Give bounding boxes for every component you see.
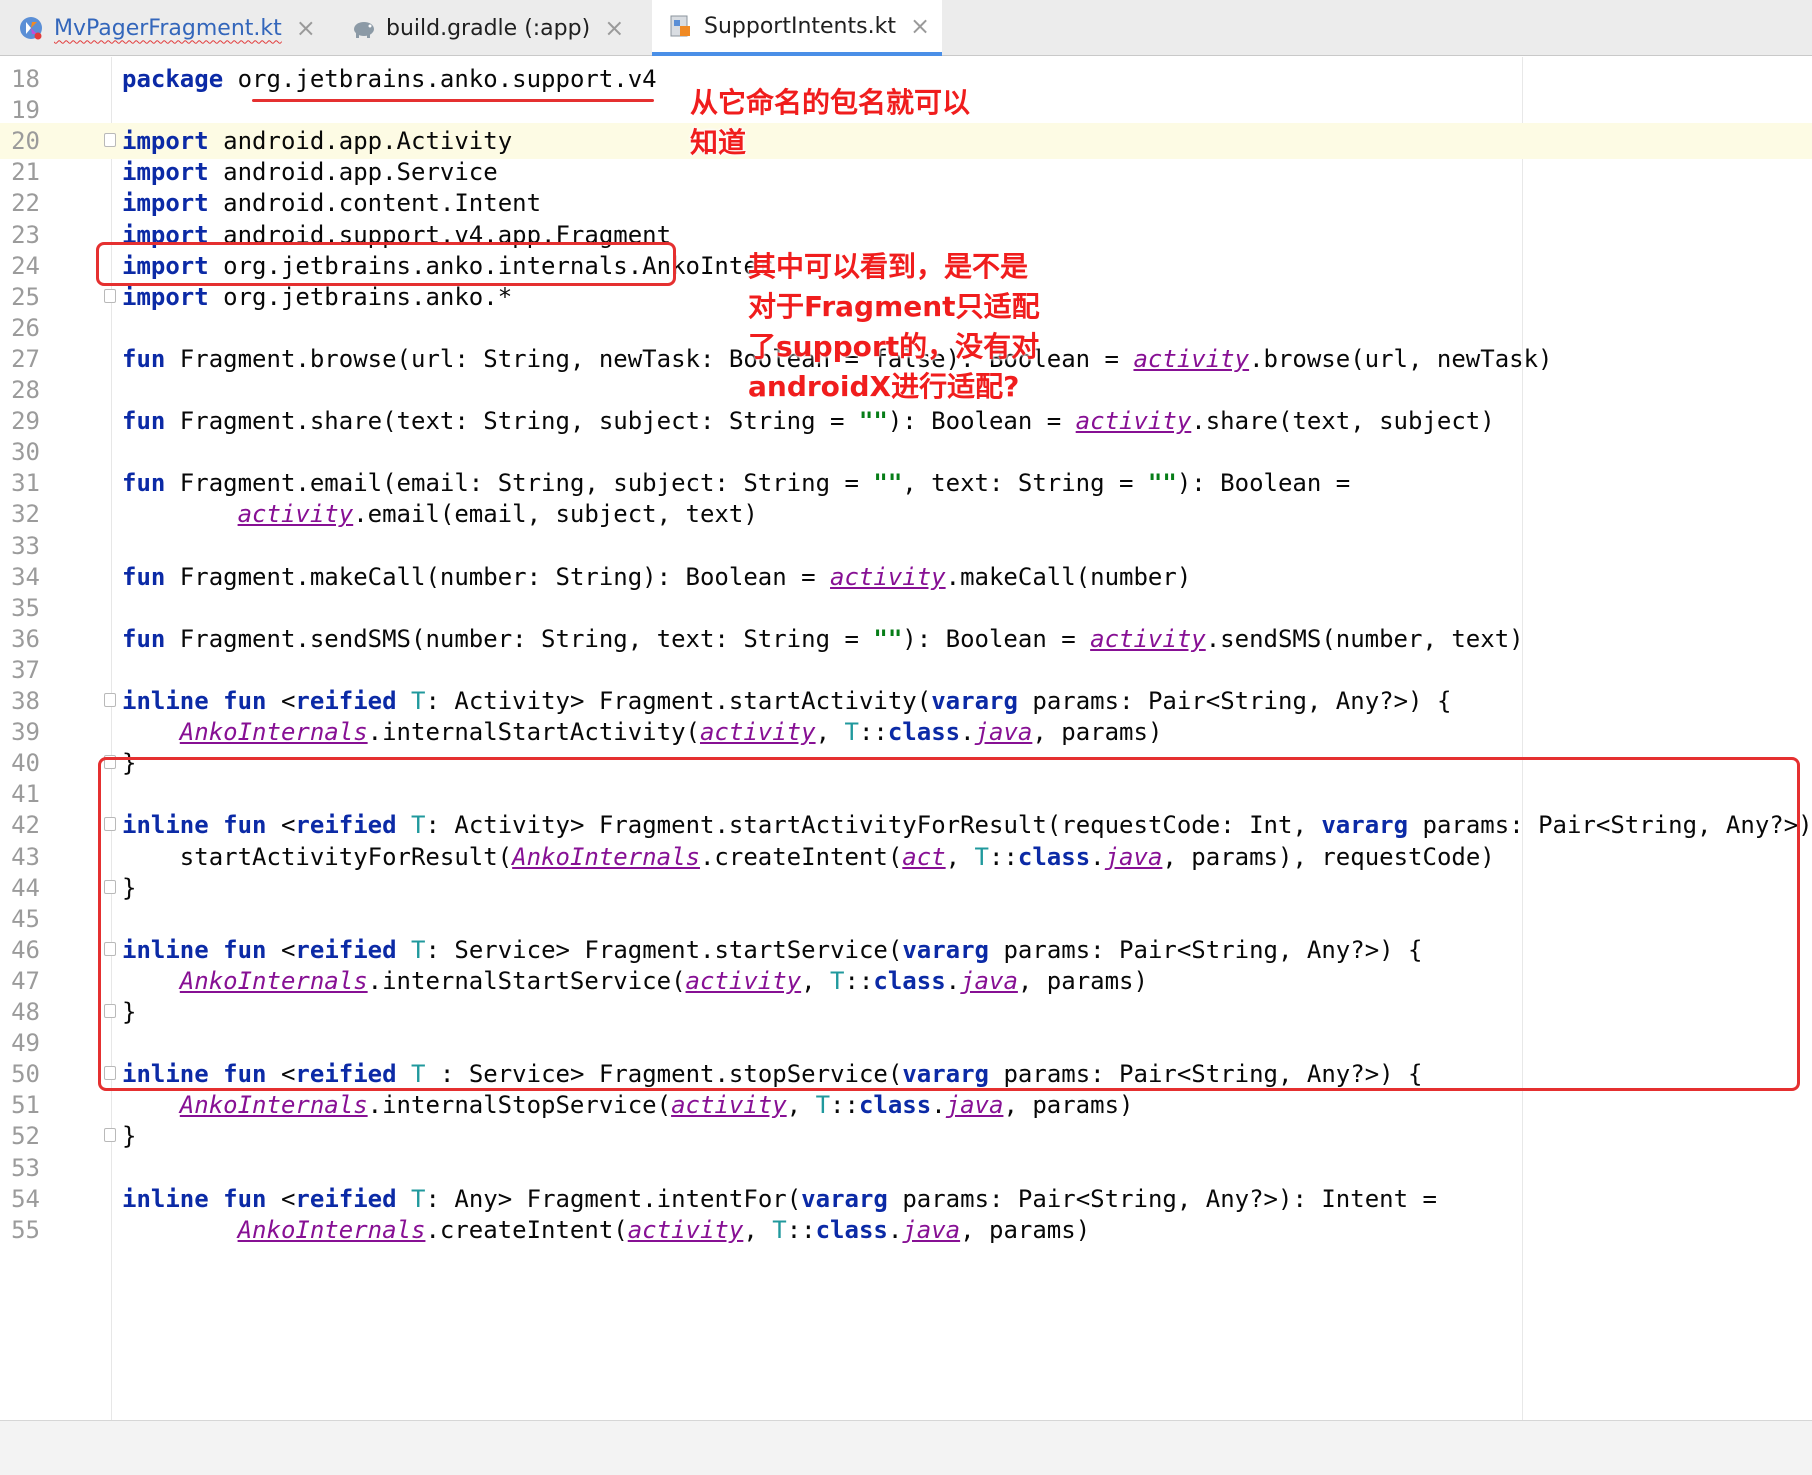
kotlin-support-file-icon bbox=[670, 15, 690, 37]
tab-label: SupportIntents.kt bbox=[704, 13, 896, 39]
package-name-note: 从它命名的包名就可以 知道 bbox=[690, 86, 971, 159]
fold-marker-icon[interactable] bbox=[104, 288, 116, 303]
fold-marker-icon[interactable] bbox=[104, 1128, 116, 1143]
start-activity-highlight-box bbox=[98, 757, 1800, 1091]
close-icon[interactable]: × bbox=[604, 14, 624, 42]
code-editor[interactable]: 18 package org.jetbrains.anko.support.v4 1… bbox=[0, 57, 1812, 1420]
package-underline bbox=[252, 99, 654, 102]
kotlin-file-icon bbox=[20, 17, 42, 40]
tab-build-gradle[interactable]: build.gradle (:app) × bbox=[350, 0, 650, 56]
close-icon[interactable]: × bbox=[296, 14, 316, 42]
horizontal-scrollbar[interactable] bbox=[0, 1420, 1812, 1475]
code-text: AnkoInternals.createIntent(activity, T::… bbox=[237, 1215, 1091, 1244]
tab-supportintents[interactable]: SupportIntents.kt × bbox=[652, 0, 942, 56]
close-icon[interactable]: × bbox=[910, 12, 930, 40]
tab-label: build.gradle (:app) bbox=[386, 15, 591, 41]
fold-marker-icon[interactable] bbox=[104, 693, 116, 707]
line-number: 55 bbox=[11, 1215, 40, 1244]
fold-marker-icon[interactable] bbox=[104, 133, 116, 148]
tab-label: MvPagerFragment.kt bbox=[54, 15, 282, 41]
code-line[interactable]: 55 AnkoInternals.createIntent(activity, … bbox=[0, 1212, 1812, 1248]
fragment-support-note: 其中可以看到，是不是 对于Fragment只适配 了support的，没有对 a… bbox=[748, 250, 1040, 403]
fragment-import-highlight-box bbox=[96, 242, 676, 286]
gradle-elephant-icon bbox=[354, 22, 374, 38]
tab-mvpagerfragment[interactable]: MvPagerFragment.kt × bbox=[18, 0, 318, 56]
editor-tab-bar: MvPagerFragment.kt × build.gradle (:app)… bbox=[0, 0, 1812, 56]
